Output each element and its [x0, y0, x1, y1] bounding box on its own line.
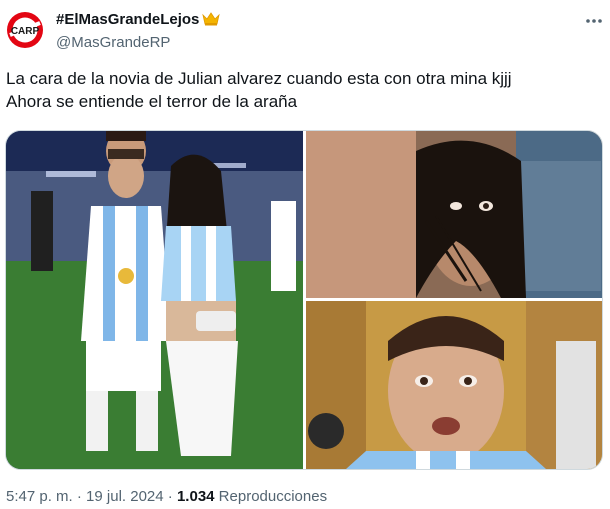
photo-couple-stadium[interactable]: [6, 131, 303, 469]
tweet-date[interactable]: 19 jul. 2024: [86, 488, 164, 505]
author-block: #ElMasGrandeLejos @MasGrandeRP: [56, 10, 221, 53]
meta-separator: ·: [163, 488, 177, 505]
tweet-text-line-1: La cara de la novia de Julian alvarez cu…: [6, 69, 512, 88]
tweet-meta: 5:47 p. m. · 19 jul. 2024 · 1.034 Reprod…: [6, 487, 327, 507]
photo-woman-closeup[interactable]: [306, 131, 602, 298]
meta-separator: ·: [72, 488, 87, 505]
views-label: Reproducciones: [214, 488, 328, 505]
avatar-letters: CARP: [11, 26, 40, 37]
tweet-time[interactable]: 5:47 p. m.: [6, 488, 73, 505]
media-grid[interactable]: [5, 130, 603, 470]
tweet-text-line-2: Ahora se entiende el terror de la araña: [6, 92, 298, 111]
author-display-name[interactable]: #ElMasGrandeLejos: [56, 10, 221, 32]
crown-icon: [202, 12, 221, 32]
views-count: 1.034: [176, 488, 215, 505]
river-plate-crest-icon: CARP: [7, 12, 43, 48]
author-handle[interactable]: @MasGrandeRP: [56, 33, 220, 53]
more-dots-icon: [586, 19, 602, 23]
tweet-card: CARP #ElMasGrandeLejos @MasGrandeRP La c…: [0, 0, 610, 509]
tweet-text: La cara de la novia de Julian alvarez cu…: [6, 67, 596, 113]
avatar[interactable]: CARP: [6, 11, 44, 49]
photo-man-closeup[interactable]: [306, 301, 602, 469]
more-options-button[interactable]: [583, 10, 605, 32]
display-name-text[interactable]: #ElMasGrandeLejos: [56, 11, 199, 28]
